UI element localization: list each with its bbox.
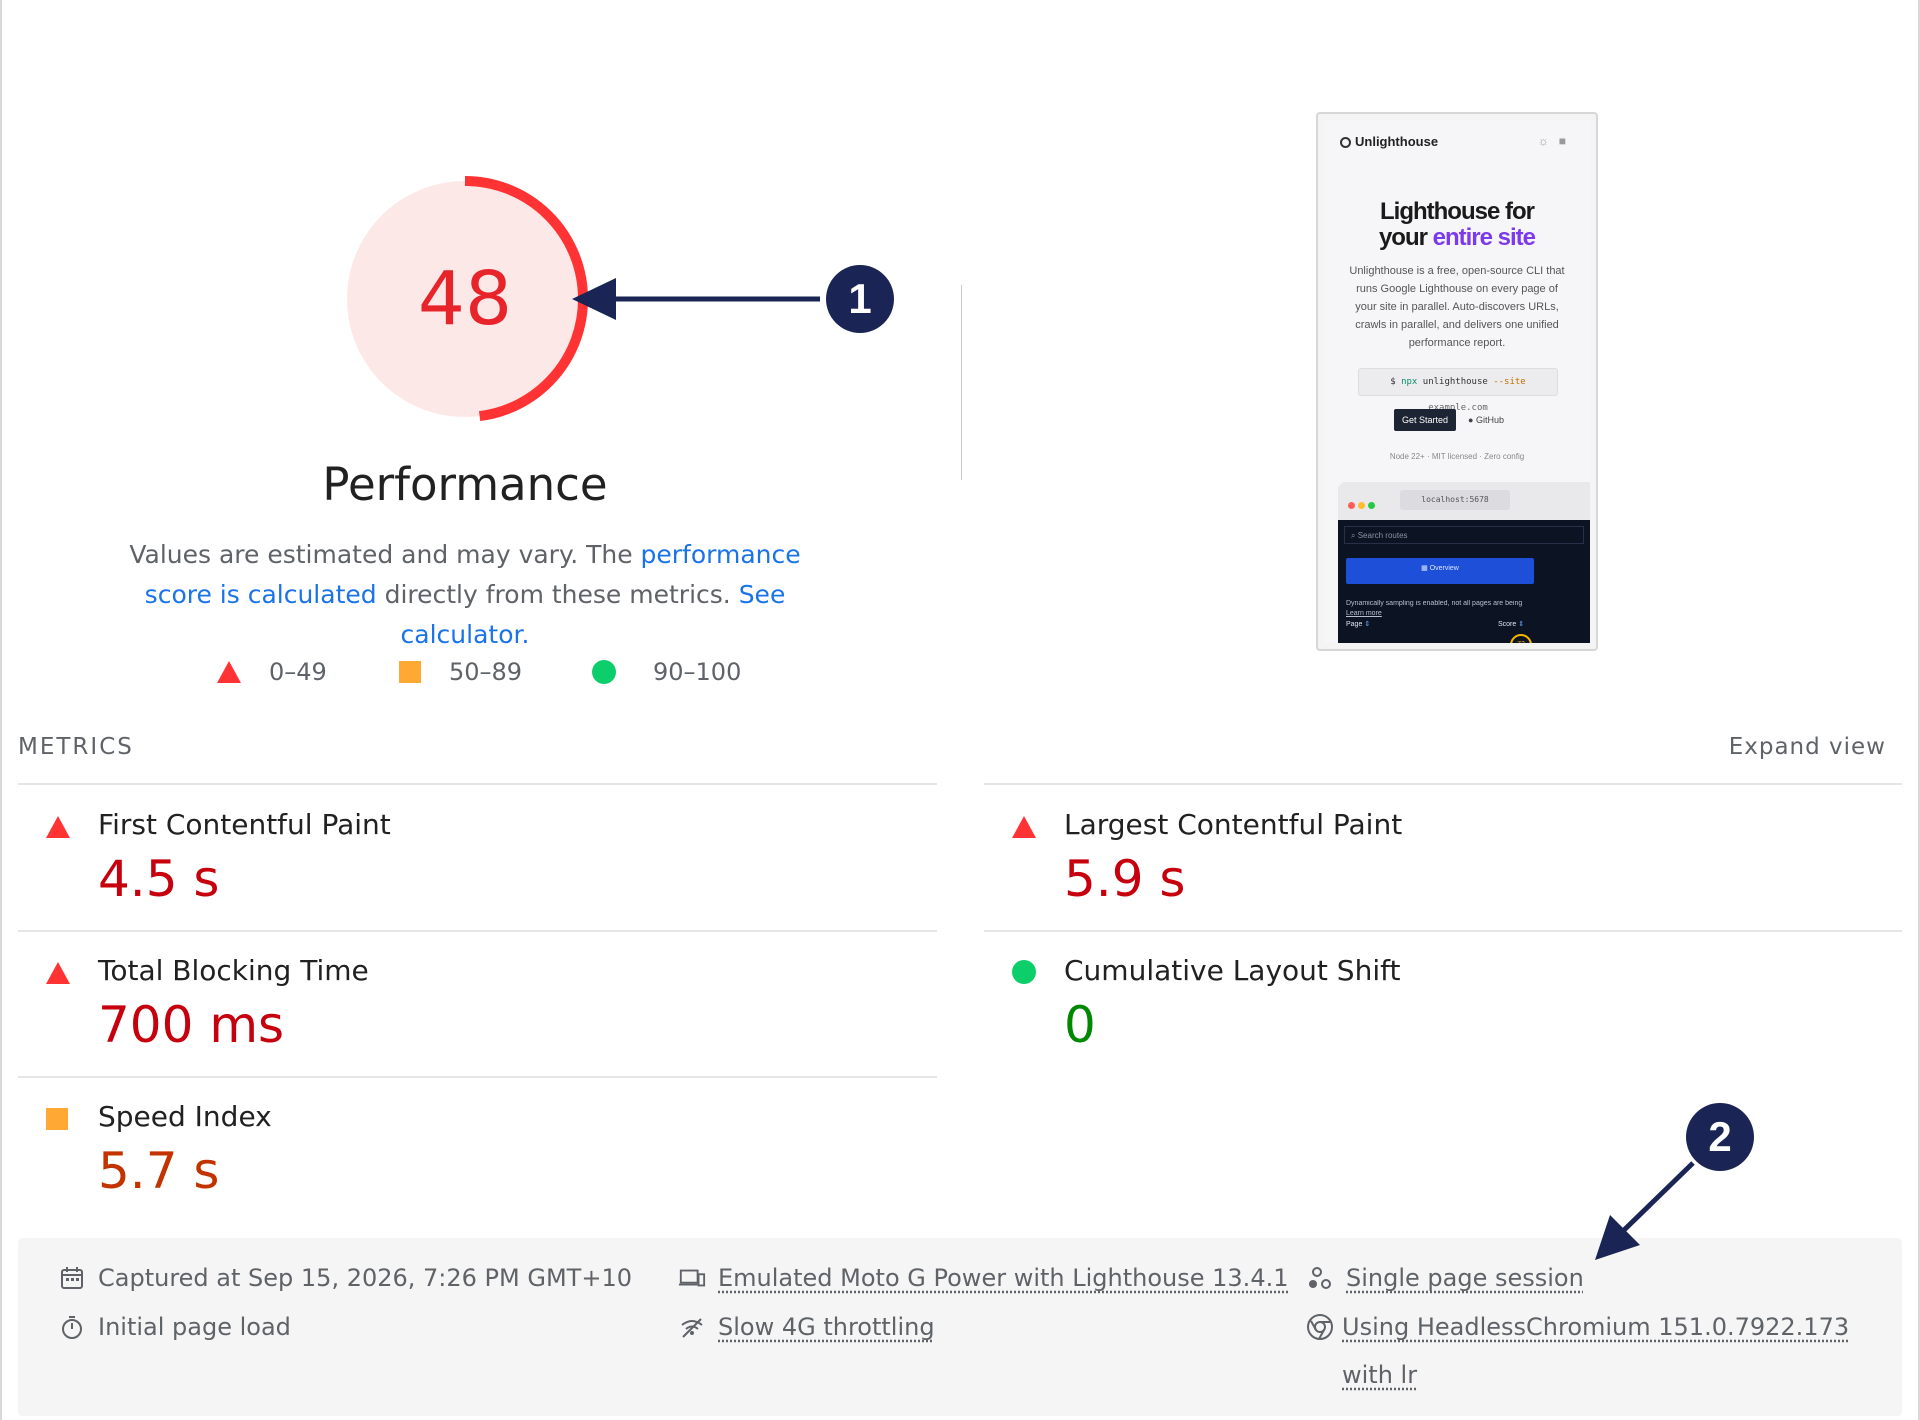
annotation-callout-1: 1 [826,265,894,333]
arrow-1-head [572,278,616,320]
arrow-2-line [1620,1161,1695,1234]
annotation-callout-2: 2 [1686,1103,1754,1171]
annotation-arrows [572,278,1695,1260]
